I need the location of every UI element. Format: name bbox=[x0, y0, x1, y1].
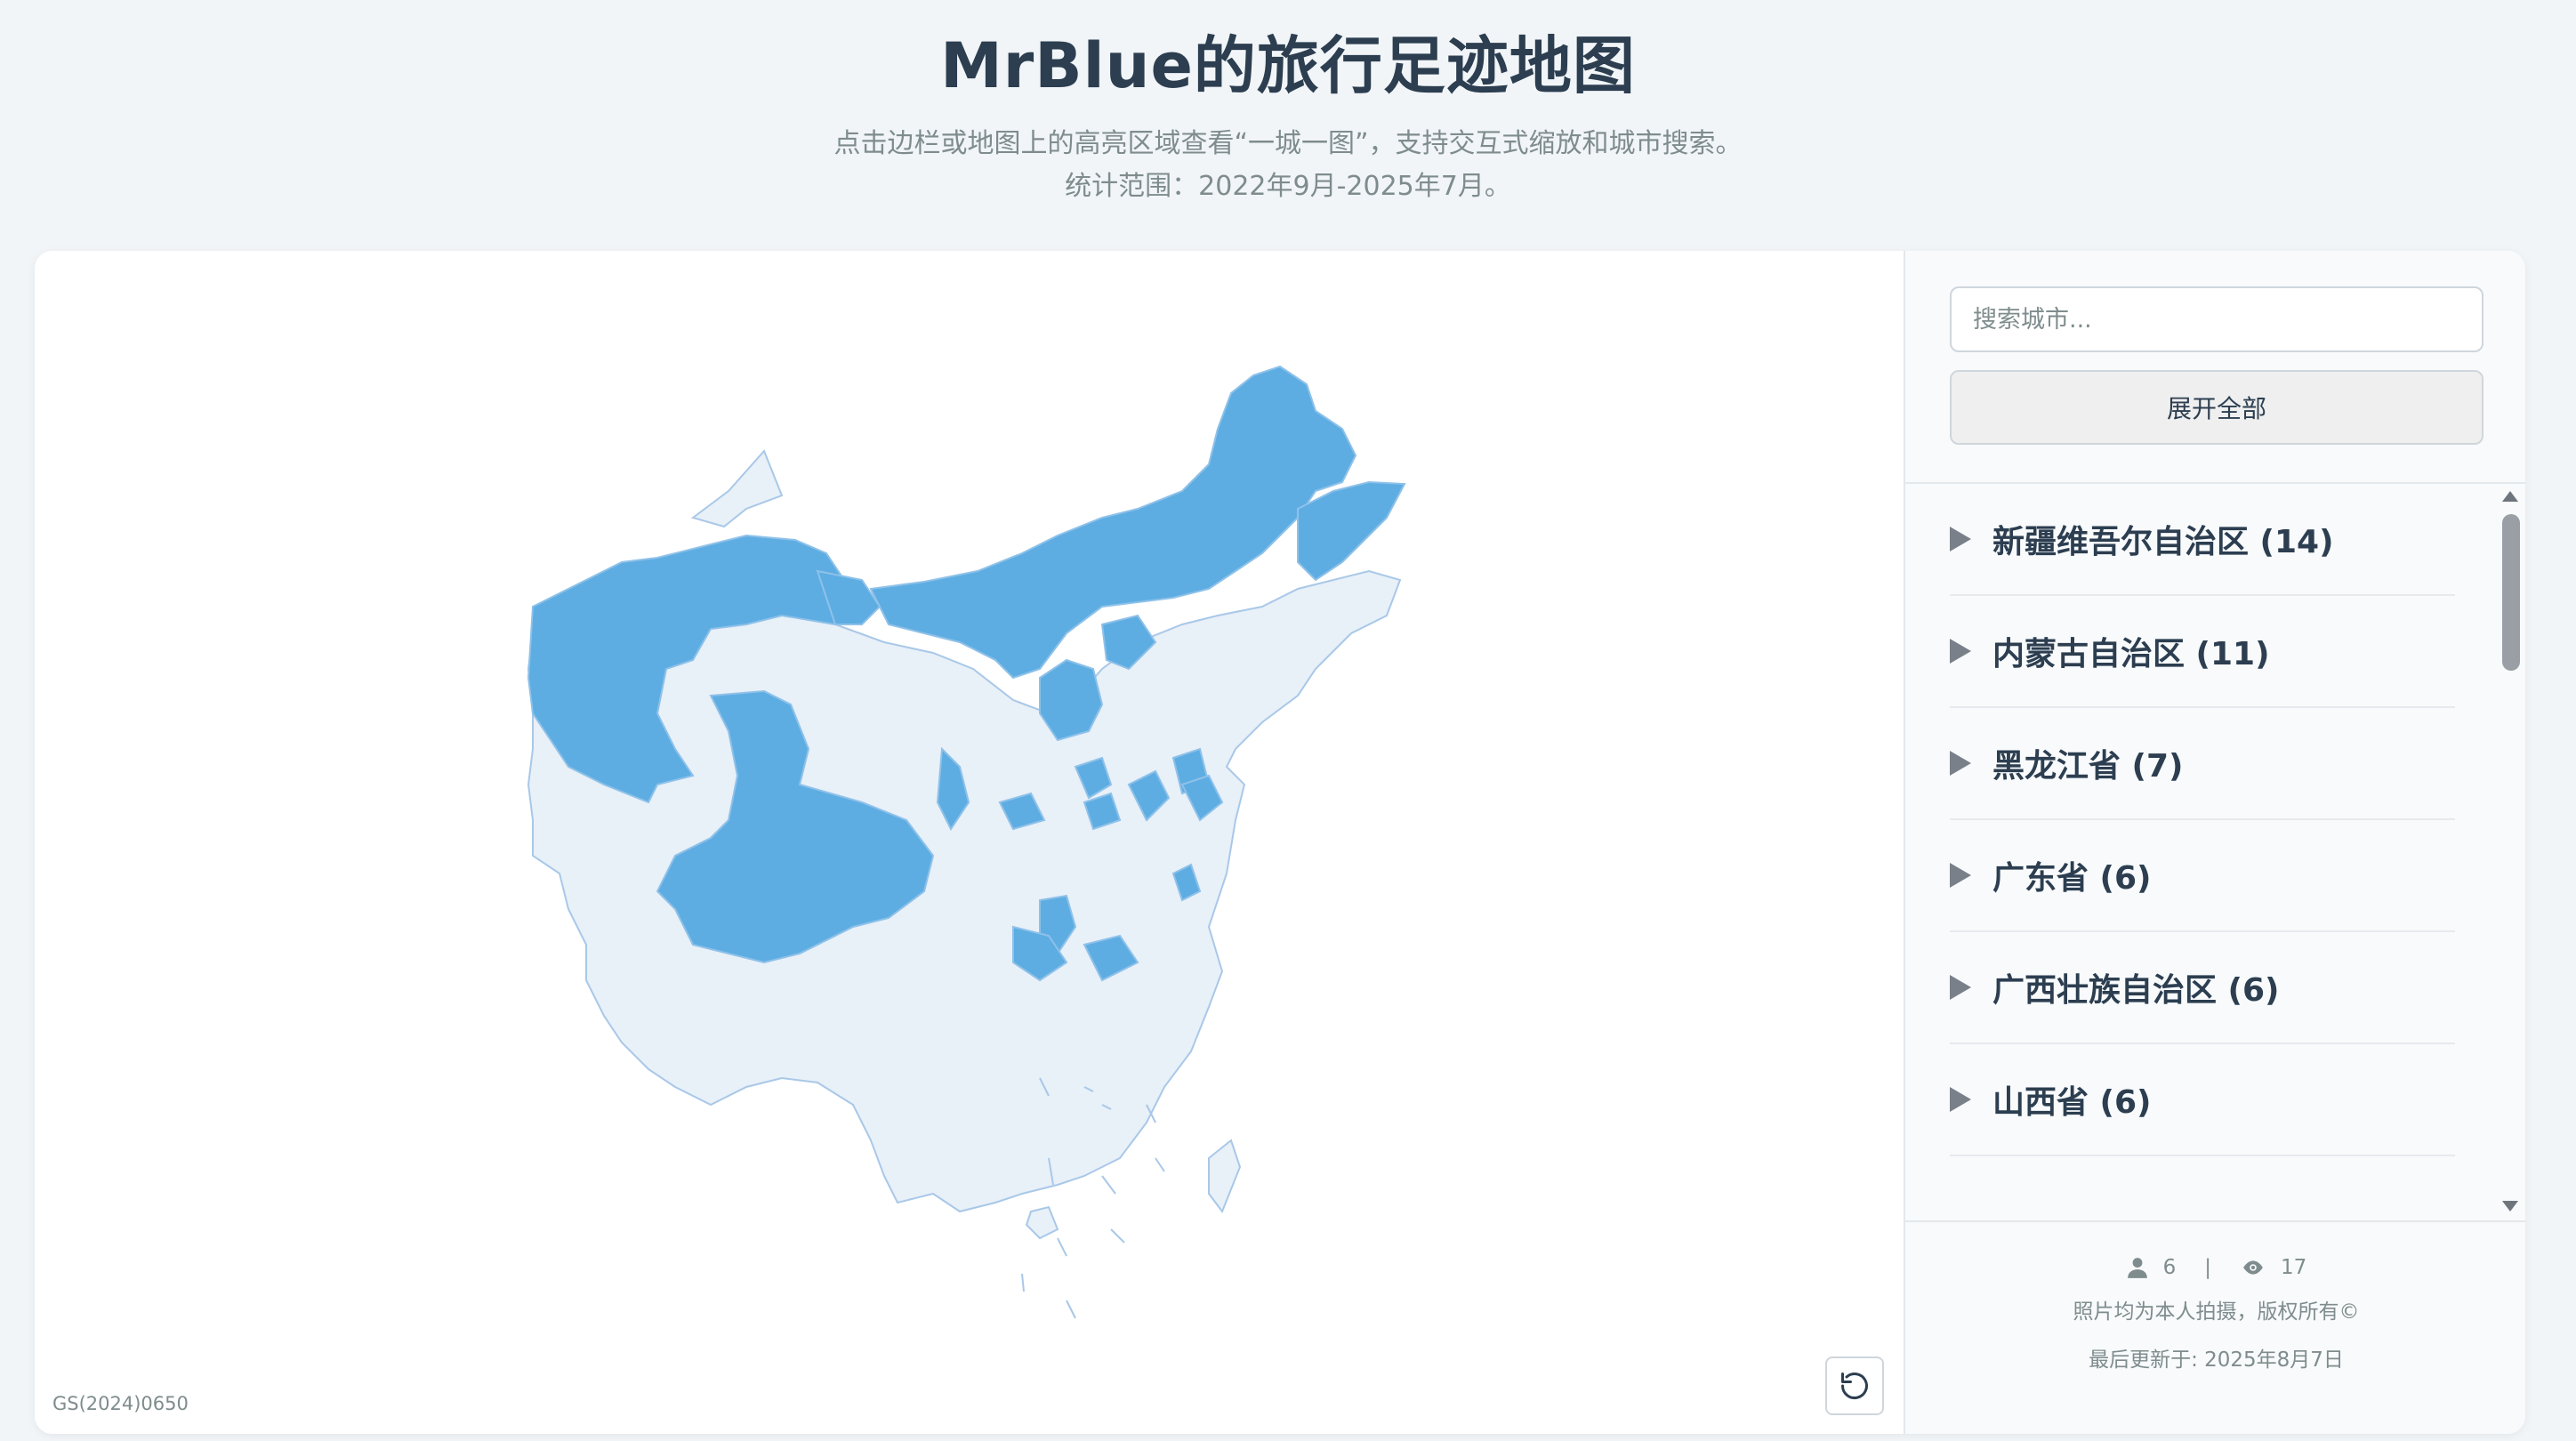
map-area[interactable]: GS(2024)0650 bbox=[35, 251, 1904, 1434]
main-card: GS(2024)0650 展开全部 新疆维吾尔自治区 (14) 内蒙古自治区 (… bbox=[35, 251, 2525, 1434]
user-icon bbox=[2127, 1258, 2147, 1278]
province-list[interactable]: 新疆维吾尔自治区 (14) 内蒙古自治区 (11) 黑龙江省 (7) 广东省 (… bbox=[1905, 484, 2525, 1187]
reset-zoom-button[interactable] bbox=[1825, 1356, 1884, 1415]
expand-triangle-icon bbox=[1950, 527, 1971, 551]
expand-triangle-icon bbox=[1950, 639, 1971, 664]
scroll-up-arrow-icon[interactable] bbox=[2502, 491, 2518, 502]
expand-all-button[interactable]: 展开全部 bbox=[1950, 370, 2483, 445]
province-item-guangdong[interactable]: 广东省 (6) bbox=[1950, 820, 2455, 932]
eye-icon bbox=[2243, 1260, 2263, 1275]
expand-triangle-icon bbox=[1950, 975, 1971, 1000]
city-search-input[interactable] bbox=[1950, 286, 2483, 352]
province-label: 山西省 (6) bbox=[1992, 1084, 2152, 1121]
province-label: 新疆维吾尔自治区 (14) bbox=[1992, 524, 2334, 560]
china-map[interactable] bbox=[35, 251, 1904, 1434]
page-title: MrBlue的旅行足迹地图 bbox=[940, 29, 1636, 102]
view-count: 17 bbox=[2281, 1256, 2307, 1279]
subtitle-line-2: 统计范围：2022年9月-2025年7月。 bbox=[1065, 171, 1511, 202]
copyright-text: 照片均为本人拍摄，版权所有© bbox=[2073, 1300, 2360, 1324]
subtitle-line-1: 点击边栏或地图上的高亮区域查看“一城一图”，支持交互式缩放和城市搜索。 bbox=[833, 128, 1743, 159]
page-header: MrBlue的旅行足迹地图 点击边栏或地图上的高亮区域查看“一城一图”，支持交互… bbox=[0, 0, 2576, 247]
province-label: 黑龙江省 (7) bbox=[1992, 748, 2184, 785]
search-section: 展开全部 bbox=[1905, 251, 2525, 484]
stats-row: 6 | 17 bbox=[1905, 1256, 2525, 1279]
sidebar: 展开全部 新疆维吾尔自治区 (14) 内蒙古自治区 (11) 黑龙江省 (7) … bbox=[1904, 251, 2525, 1434]
province-label: 广西壮族自治区 (6) bbox=[1992, 972, 2280, 1009]
province-label: 广东省 (6) bbox=[1992, 860, 2152, 897]
province-item-guangxi[interactable]: 广西壮族自治区 (6) bbox=[1950, 932, 2455, 1044]
scroll-down-arrow-icon[interactable] bbox=[2502, 1201, 2518, 1212]
map-approval-code: GS(2024)0650 bbox=[52, 1393, 189, 1414]
stats-separator: | bbox=[2204, 1256, 2212, 1279]
expand-triangle-icon bbox=[1950, 1087, 1971, 1112]
province-label: 内蒙古自治区 (11) bbox=[1992, 636, 2270, 672]
province-item-shanxi[interactable]: 山西省 (6) bbox=[1950, 1044, 2455, 1156]
province-item-heilongjiang[interactable]: 黑龙江省 (7) bbox=[1950, 708, 2455, 820]
expand-triangle-icon bbox=[1950, 863, 1971, 888]
expand-triangle-icon bbox=[1950, 751, 1971, 776]
province-item-neimenggu[interactable]: 内蒙古自治区 (11) bbox=[1950, 596, 2455, 708]
last-updated-text: 最后更新于: 2025年8月7日 bbox=[2089, 1348, 2344, 1372]
province-item-xinjiang[interactable]: 新疆维吾尔自治区 (14) bbox=[1950, 484, 2455, 596]
refresh-icon bbox=[1841, 1373, 1868, 1400]
sidebar-footer: 6 | 17 照片均为本人拍摄，版权所有© 最后更新于: 2025年8月7日 bbox=[1905, 1220, 2525, 1434]
visitor-count: 6 bbox=[2162, 1256, 2177, 1279]
scrollbar-thumb[interactable] bbox=[2502, 514, 2520, 671]
